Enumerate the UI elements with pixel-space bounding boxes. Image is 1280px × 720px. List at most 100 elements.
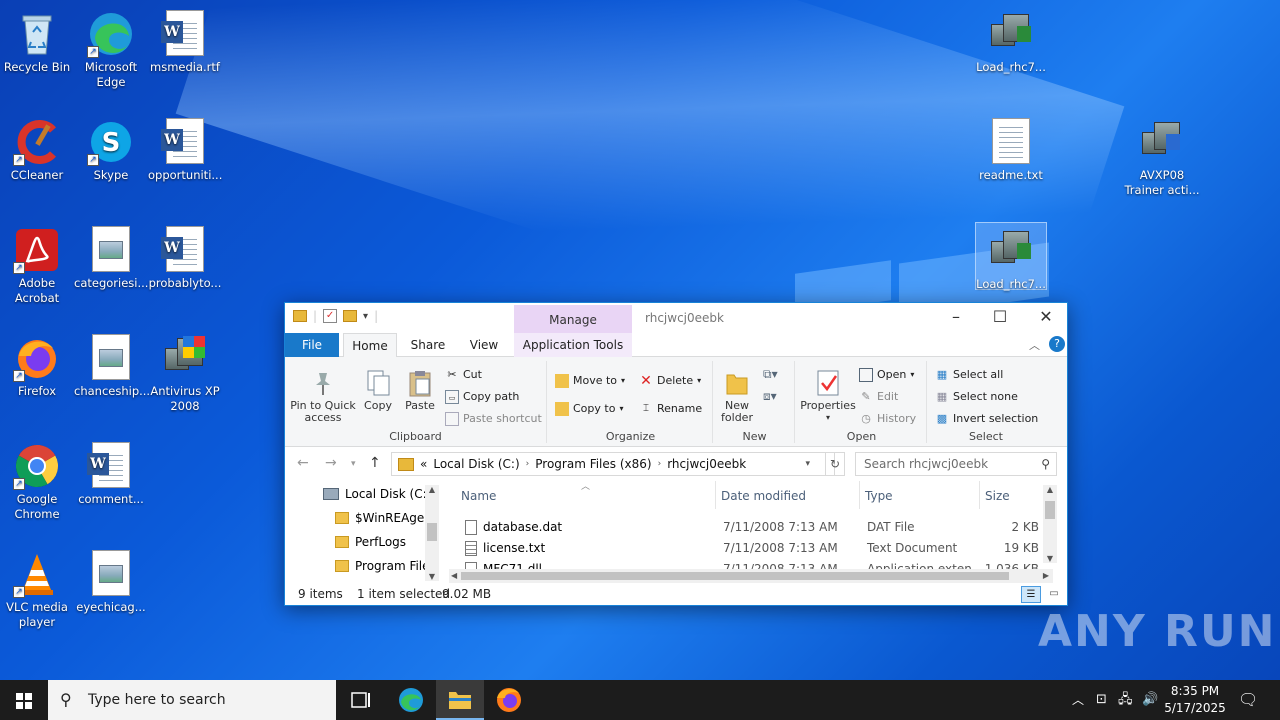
desktop-icon-readme-txt[interactable]: readme.txt bbox=[974, 112, 1048, 183]
start-button[interactable] bbox=[0, 680, 48, 720]
desktop-icon-msmedia-rtf[interactable]: W msmedia.rtf bbox=[148, 4, 222, 75]
collapse-ribbon-icon[interactable]: ︿ bbox=[1029, 337, 1040, 353]
desktop-icon-adobe-acrobat[interactable]: ↗ Adobe Acrobat bbox=[0, 220, 74, 306]
tab-file[interactable]: File bbox=[285, 333, 339, 357]
new-item-icon[interactable]: ⧉▾ bbox=[763, 367, 778, 382]
scroll-up-icon[interactable]: ▲ bbox=[425, 485, 439, 494]
address-dropdown-icon[interactable]: ▾ bbox=[805, 459, 810, 469]
tab-manage[interactable]: Manage bbox=[514, 305, 632, 333]
desktop-icon-google-chrome[interactable]: ↗ Google Chrome bbox=[0, 436, 74, 522]
move-to-button[interactable]: Move to ▾ bbox=[555, 371, 625, 391]
details-view-button[interactable]: ☰ bbox=[1021, 586, 1041, 603]
paste-shortcut-button[interactable]: Paste shortcut bbox=[445, 409, 542, 429]
column-header-type[interactable]: Type bbox=[865, 489, 893, 503]
file-row[interactable]: database.dat 7/11/2008 7:13 AM DAT File … bbox=[457, 517, 1039, 538]
copy-path-button[interactable]: ▭ Copy path bbox=[445, 387, 519, 407]
scrollbar-thumb[interactable] bbox=[461, 572, 1009, 580]
delete-button[interactable]: ✕ Delete ▾ bbox=[639, 371, 701, 391]
file-row[interactable]: license.txt 7/11/2008 7:13 AM Text Docum… bbox=[457, 538, 1039, 559]
tab-application-tools[interactable]: Application Tools bbox=[514, 333, 632, 357]
taskbar-clock[interactable]: 8:35 PM 5/17/2025 bbox=[1160, 683, 1230, 717]
edit-button[interactable]: ✎ Edit bbox=[859, 387, 898, 407]
file-explorer-window[interactable]: | ✓ ▾ | Manage rhcjwcj0eebk – ☐ ✕ File H… bbox=[284, 302, 1068, 606]
desktop-icon-opportuniti[interactable]: W opportuniti... bbox=[148, 112, 222, 183]
tab-view[interactable]: View bbox=[457, 333, 511, 357]
title-bar[interactable]: | ✓ ▾ | Manage rhcjwcj0eebk – ☐ ✕ bbox=[285, 303, 1067, 333]
maximize-button[interactable]: ☐ bbox=[977, 303, 1023, 333]
pin-to-quick-access-button[interactable]: Pin to Quick access bbox=[289, 369, 357, 424]
help-icon[interactable]: ? bbox=[1049, 336, 1065, 352]
scrollbar-thumb[interactable] bbox=[427, 523, 437, 541]
desktop-icon-probablyto[interactable]: W probablyto... bbox=[148, 220, 222, 291]
desktop-icon-edge[interactable]: ↗ Microsoft Edge bbox=[74, 4, 148, 90]
notifications-icon[interactable]: 🗨 bbox=[1238, 680, 1258, 720]
nav-pane-scrollbar[interactable]: ▲ ▼ bbox=[425, 485, 439, 581]
copy-to-button[interactable]: Copy to ▾ bbox=[555, 399, 623, 419]
desktop-icon-recycle-bin[interactable]: Recycle Bin bbox=[0, 4, 74, 75]
desktop-icon-ccleaner[interactable]: ↗ CCleaner bbox=[0, 112, 74, 183]
desktop-icon-categoriesi[interactable]: categoriesi... bbox=[74, 220, 148, 291]
breadcrumb-local-disk[interactable]: Local Disk (C:) bbox=[433, 457, 519, 471]
desktop-icon-eyechicag[interactable]: eyechicag... bbox=[74, 544, 148, 615]
column-header-name[interactable]: Name bbox=[461, 489, 496, 503]
scrollbar-thumb[interactable] bbox=[1045, 501, 1055, 519]
taskbar-firefox[interactable] bbox=[485, 680, 533, 720]
desktop-icon-load-rhc7-selected[interactable]: Load_rhc7... bbox=[975, 222, 1047, 291]
desktop-icon-skype[interactable]: S ↗ Skype bbox=[74, 112, 148, 183]
address-bar[interactable]: « Local Disk (C:) › Program Files (x86) … bbox=[391, 452, 835, 476]
desktop-icon-load-rhc7[interactable]: Load_rhc7... bbox=[974, 4, 1048, 75]
minimize-button[interactable]: – bbox=[933, 303, 979, 333]
horizontal-scrollbar[interactable]: ◀ ▶ bbox=[449, 569, 1053, 583]
new-folder-qat-icon[interactable] bbox=[343, 310, 358, 322]
customize-qat-icon[interactable]: ▾ bbox=[363, 311, 368, 322]
scroll-down-icon[interactable]: ▼ bbox=[425, 572, 439, 581]
nav-item-perflogs[interactable]: PerfLogs bbox=[335, 531, 406, 553]
scroll-left-icon[interactable]: ◀ bbox=[451, 569, 457, 583]
history-button[interactable]: ◷ History bbox=[859, 409, 916, 429]
new-folder-button[interactable]: New folder bbox=[717, 369, 757, 424]
select-none-button[interactable]: ▦ Select none bbox=[935, 387, 1018, 407]
recent-locations-icon[interactable]: ▾ bbox=[351, 459, 356, 469]
column-header-size[interactable]: Size bbox=[985, 489, 1010, 503]
cut-button[interactable]: ✂ Cut bbox=[445, 365, 482, 385]
task-view-button[interactable] bbox=[336, 680, 384, 720]
scroll-down-icon[interactable]: ▼ bbox=[1043, 554, 1057, 563]
search-input[interactable]: Search rhcjwcj0eebk ⚲ bbox=[855, 452, 1057, 476]
desktop-icon-antivirus-xp[interactable]: Antivirus XP 2008 bbox=[148, 328, 222, 414]
network-icon[interactable]: ⊡ bbox=[1096, 680, 1107, 720]
select-all-button[interactable]: ▦ Select all bbox=[935, 365, 1004, 385]
copy-button[interactable]: Copy bbox=[357, 369, 399, 412]
navigation-pane[interactable]: Local Disk (C:) $WinREAgent PerfLogs Pro… bbox=[285, 481, 441, 583]
easy-access-icon[interactable]: ⧈▾ bbox=[763, 389, 777, 404]
large-icons-view-button[interactable]: ▭ bbox=[1045, 586, 1063, 603]
up-arrow-icon[interactable]: ↑ bbox=[369, 455, 381, 471]
breadcrumb-current-folder[interactable]: rhcjwcj0eebk bbox=[667, 457, 746, 471]
scroll-up-icon[interactable]: ▲ bbox=[1043, 485, 1057, 494]
desktop-icon-comment[interactable]: W comment... bbox=[74, 436, 148, 507]
file-list[interactable]: ︿ Name Date modified Type Size database.… bbox=[449, 481, 1059, 583]
invert-selection-button[interactable]: ▩ Invert selection bbox=[935, 409, 1038, 429]
breadcrumb-program-files-x86[interactable]: Program Files (x86) bbox=[535, 457, 651, 471]
properties-qat-icon[interactable]: ✓ bbox=[323, 309, 338, 323]
desktop-icon-avxp08-trainer[interactable]: AVXP08 Trainer acti... bbox=[1124, 112, 1200, 198]
open-button[interactable]: Open ▾ bbox=[859, 365, 914, 385]
desktop-icon-vlc[interactable]: ↗ VLC media player bbox=[0, 544, 74, 630]
taskbar-file-explorer[interactable] bbox=[436, 680, 484, 720]
desktop-icon-chanceship[interactable]: chanceship... bbox=[74, 328, 150, 399]
properties-button[interactable]: Properties ▾ bbox=[799, 369, 857, 424]
nav-item-local-disk[interactable]: Local Disk (C:) bbox=[323, 483, 431, 505]
volume-icon[interactable]: 🔊 bbox=[1142, 680, 1158, 720]
ethernet-icon[interactable]: 🖧 bbox=[1118, 680, 1133, 720]
refresh-button[interactable]: ↻ bbox=[825, 452, 845, 476]
file-list-scrollbar[interactable]: ▲ ▼ bbox=[1043, 485, 1057, 563]
scroll-right-icon[interactable]: ▶ bbox=[1043, 569, 1049, 583]
column-header-date-modified[interactable]: Date modified bbox=[721, 489, 806, 503]
paste-button[interactable]: Paste bbox=[399, 369, 441, 412]
nav-item-winreagent[interactable]: $WinREAgent bbox=[335, 507, 427, 529]
back-arrow-icon[interactable]: ← bbox=[297, 455, 309, 471]
desktop-icon-firefox[interactable]: ↗ Firefox bbox=[0, 328, 74, 399]
taskbar-search-input[interactable]: ⚲ Type here to search bbox=[48, 680, 336, 720]
tab-share[interactable]: Share bbox=[401, 333, 455, 357]
rename-button[interactable]: ⌶ Rename bbox=[639, 399, 702, 419]
taskbar-edge[interactable] bbox=[387, 680, 435, 720]
